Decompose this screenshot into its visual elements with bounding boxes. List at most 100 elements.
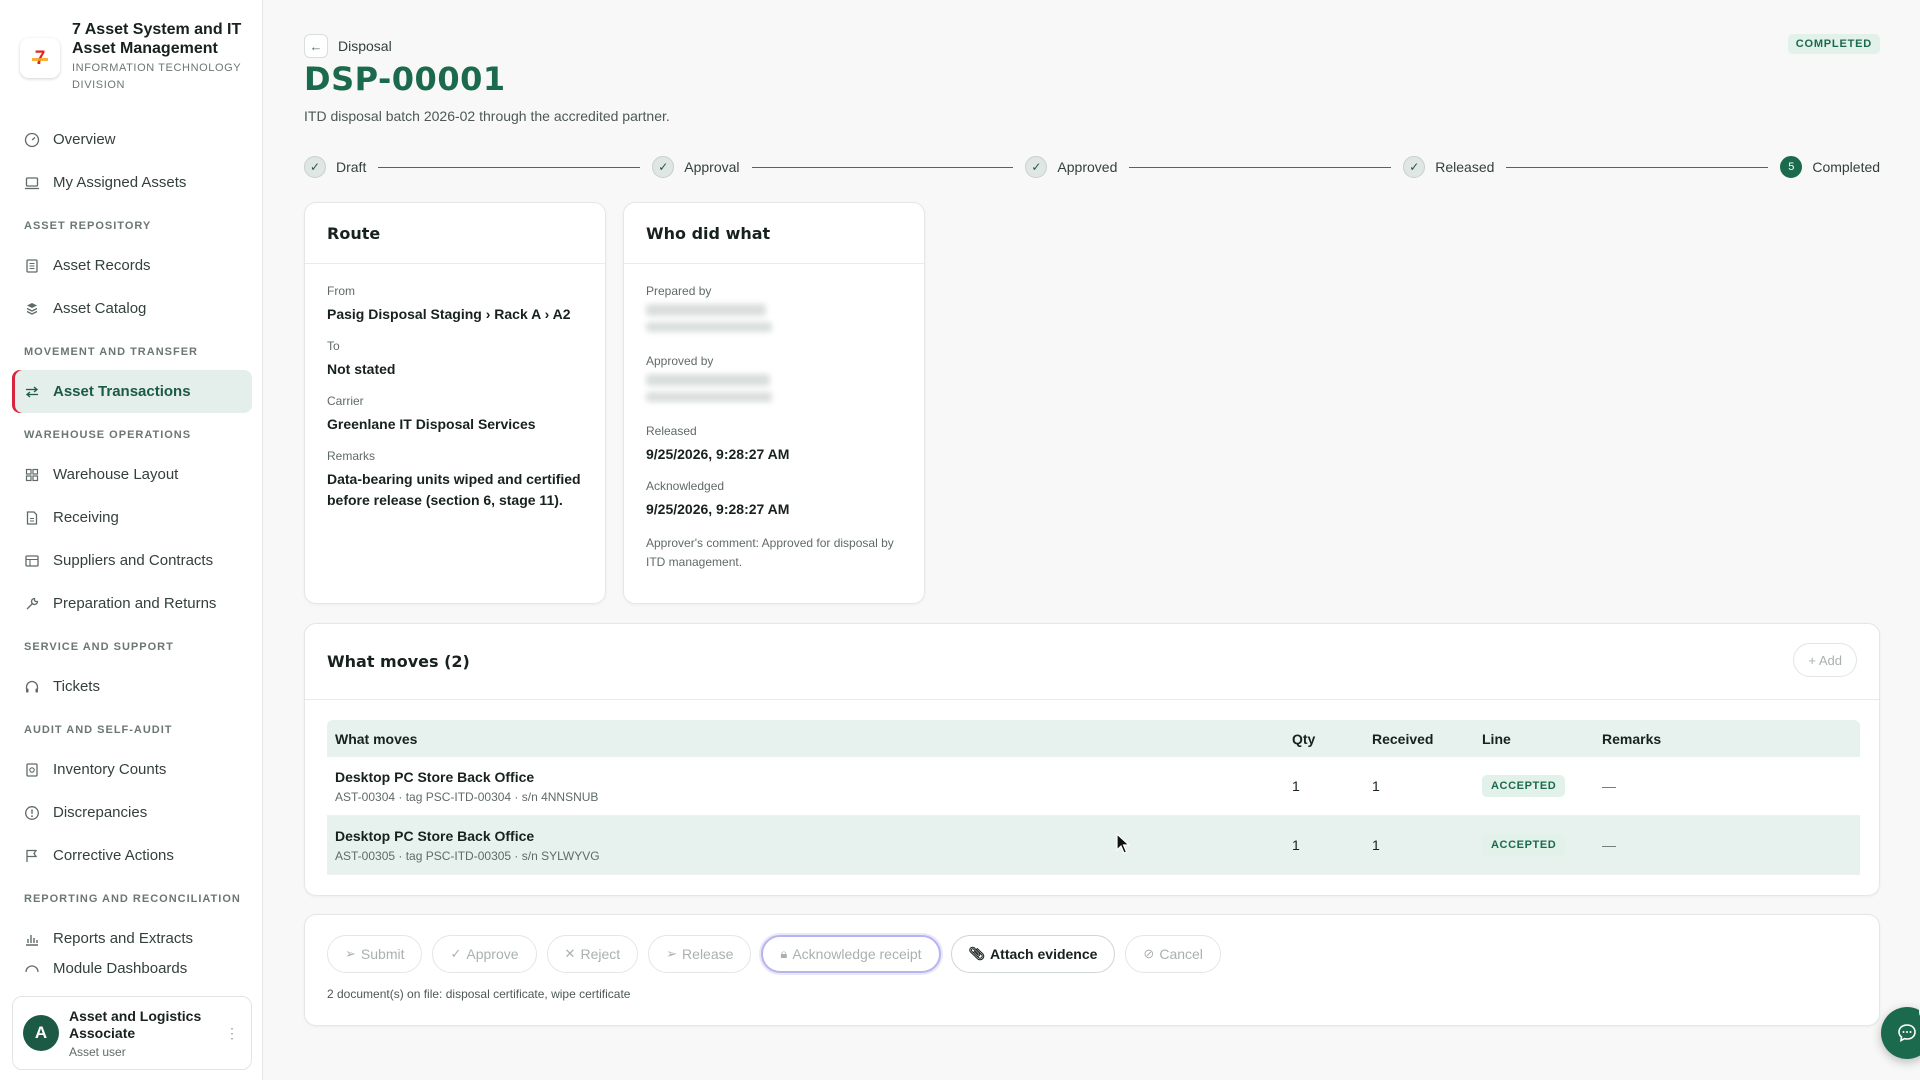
approve-button[interactable]: ✓ Approve — [432, 935, 537, 973]
nav-section-title: AUDIT AND SELF-AUDIT — [24, 724, 173, 736]
sidebar-item-label: Reports and Extracts — [53, 930, 194, 947]
sidebar-item-label: Overview — [53, 131, 116, 148]
action-bar: ➢ Submit ✓ Approve ✕ Reject ➢ Release 🔒︎ Ackn… — [327, 935, 1231, 973]
sidebar-item-my-assigned-assets[interactable]: My Assigned Assets — [12, 161, 252, 204]
sidebar-item-label: Discrepancies — [53, 804, 148, 821]
sidebar-nav: Overview My Assigned Assets ASSET REPOSI… — [12, 118, 252, 982]
check-icon: ✓ — [304, 156, 326, 178]
reject-button[interactable]: ✕ Reject — [546, 935, 639, 973]
sidebar-item-module-dashboards[interactable]: Module Dashboards — [12, 960, 252, 982]
redacted-date — [646, 392, 772, 402]
card-title: Who did what — [624, 203, 924, 264]
alert-circle-icon — [23, 804, 41, 822]
sidebar-item-label: Warehouse Layout — [53, 466, 179, 483]
more-vertical-icon[interactable]: ⋮ — [225, 1025, 239, 1042]
step-approval: ✓ Approval — [652, 156, 740, 178]
check-icon: ✓ — [1403, 156, 1426, 178]
brand[interactable]: 7 7 Asset System and IT Asset Management… — [20, 20, 250, 94]
brand-subtitle: INFORMATION TECHNOLOGY DIVISION — [72, 62, 242, 91]
sidebar-item-label: Corrective Actions — [53, 847, 174, 864]
field-label: To — [327, 339, 340, 353]
cancel-button[interactable]: ⊘ Cancel — [1125, 935, 1221, 973]
sidebar-item-preparation-and-returns[interactable]: Preparation and Returns — [12, 582, 252, 625]
actions-card: ➢ Submit ✓ Approve ✕ Reject ➢ Release 🔒︎ Ackn… — [304, 914, 1880, 1026]
release-button[interactable]: ➢ Release — [648, 935, 752, 973]
sidebar-item-label: Asset Records — [53, 257, 151, 274]
sidebar-item-receiving[interactable]: Receiving — [12, 496, 252, 539]
column-header: Received — [1372, 730, 1434, 747]
step-connector — [751, 166, 1014, 168]
submit-button[interactable]: ➢ Submit — [327, 935, 423, 973]
page-title: DSP-00001 — [304, 60, 506, 98]
dashboard-icon — [23, 960, 41, 978]
suppliers-icon — [23, 552, 41, 570]
sidebar-item-label: Tickets — [53, 678, 100, 695]
brand-logo: 7 — [20, 38, 60, 78]
sidebar-item-asset-transactions[interactable]: Asset Transactions — [12, 370, 252, 413]
user-role: Asset user — [69, 1044, 126, 1059]
documents-note: 2 document(s) on file: disposal certific… — [327, 987, 631, 1001]
route-to: Not stated — [327, 361, 396, 377]
route-carrier: Greenlane IT Disposal Services — [327, 416, 536, 432]
receiving-icon — [23, 509, 41, 527]
step-connector — [1506, 166, 1769, 168]
sidebar-item-label: Inventory Counts — [53, 761, 167, 778]
check-icon: ✓ — [1025, 156, 1048, 178]
table-row[interactable]: Desktop PC Store Back Office AST-00304 ·… — [327, 757, 1860, 816]
column-header: What moves — [335, 730, 418, 747]
add-item-button[interactable]: + Add — [1793, 643, 1857, 677]
bar-chart-icon — [23, 930, 41, 948]
step-connector — [378, 166, 641, 168]
user-name: Asset and Logistics Associate — [69, 1007, 202, 1041]
user-card[interactable]: A Asset and Logistics Associate Asset us… — [12, 996, 252, 1070]
send-icon: ➢ — [666, 946, 678, 961]
step-connector — [1129, 166, 1392, 168]
sidebar-item-asset-records[interactable]: Asset Records — [12, 244, 252, 287]
table-row[interactable]: Desktop PC Store Back Office AST-00305 ·… — [327, 816, 1860, 875]
laptop-icon — [23, 174, 41, 192]
status-stepper: ✓ Draft ✓ Approval ✓ Approved ✓ Released… — [304, 155, 1880, 179]
actions-icon — [23, 847, 41, 865]
sidebar-item-label: Asset Transactions — [53, 383, 191, 400]
column-header: Line — [1482, 730, 1511, 747]
sidebar-item-suppliers-and-contracts[interactable]: Suppliers and Contracts — [12, 539, 252, 582]
redacted-date — [646, 322, 772, 332]
step-approved: ✓ Approved — [1025, 156, 1117, 178]
counts-icon — [23, 761, 41, 779]
sidebar-item-overview[interactable]: Overview — [12, 118, 252, 161]
sidebar-item-label: Receiving — [53, 509, 119, 526]
sidebar-item-asset-catalog[interactable]: Asset Catalog — [12, 287, 252, 330]
route-from: Pasig Disposal Staging › Rack A › A2 — [327, 306, 571, 322]
sidebar-item-inventory-counts[interactable]: Inventory Counts — [12, 748, 252, 791]
approver-comment: Approver's comment: Approved for disposa… — [646, 536, 894, 569]
redacted-name — [646, 304, 766, 316]
breadcrumb-label[interactable]: Disposal — [338, 38, 392, 54]
chat-button[interactable]: 1 — [1881, 1003, 1920, 1059]
field-label: Approved by — [646, 354, 714, 368]
redacted-name — [646, 374, 770, 386]
card-title: What moves (2) — [305, 624, 1879, 700]
field-label: Released — [646, 424, 697, 438]
sidebar-item-corrective-actions[interactable]: Corrective Actions — [12, 834, 252, 877]
attach-evidence-button[interactable]: 📎︎ Attach evidence — [950, 935, 1116, 973]
grid-icon — [23, 466, 41, 484]
wrench-icon — [23, 595, 41, 613]
sidebar-item-label: Suppliers and Contracts — [53, 552, 214, 569]
route-card: Route From Pasig Disposal Staging › Rack… — [304, 202, 606, 604]
item-name: Desktop PC Store Back Office — [335, 827, 535, 844]
acknowledge-receipt-button[interactable]: 🔒︎ Acknowledge receipt — [761, 935, 941, 973]
line-status-badge: ACCEPTED — [1482, 775, 1566, 797]
back-arrow-icon[interactable]: ← — [304, 34, 328, 58]
sidebar-item-label: My Assigned Assets — [53, 174, 187, 191]
column-header: Qty — [1292, 730, 1316, 747]
sidebar-item-tickets[interactable]: Tickets — [12, 665, 252, 708]
sidebar-item-reports-and-extracts[interactable]: Reports and Extracts — [12, 917, 252, 960]
item-remarks: — — [1602, 837, 1616, 853]
route-remarks: Data-bearing units wiped and certified b… — [327, 471, 581, 508]
field-label: Prepared by — [646, 284, 712, 298]
send-icon: ➢ — [345, 946, 356, 961]
sidebar-item-warehouse-layout[interactable]: Warehouse Layout — [12, 453, 252, 496]
gauge-icon — [23, 131, 41, 149]
sidebar-item-discrepancies[interactable]: Discrepancies — [12, 791, 252, 834]
step-number: 5 — [1780, 156, 1803, 178]
